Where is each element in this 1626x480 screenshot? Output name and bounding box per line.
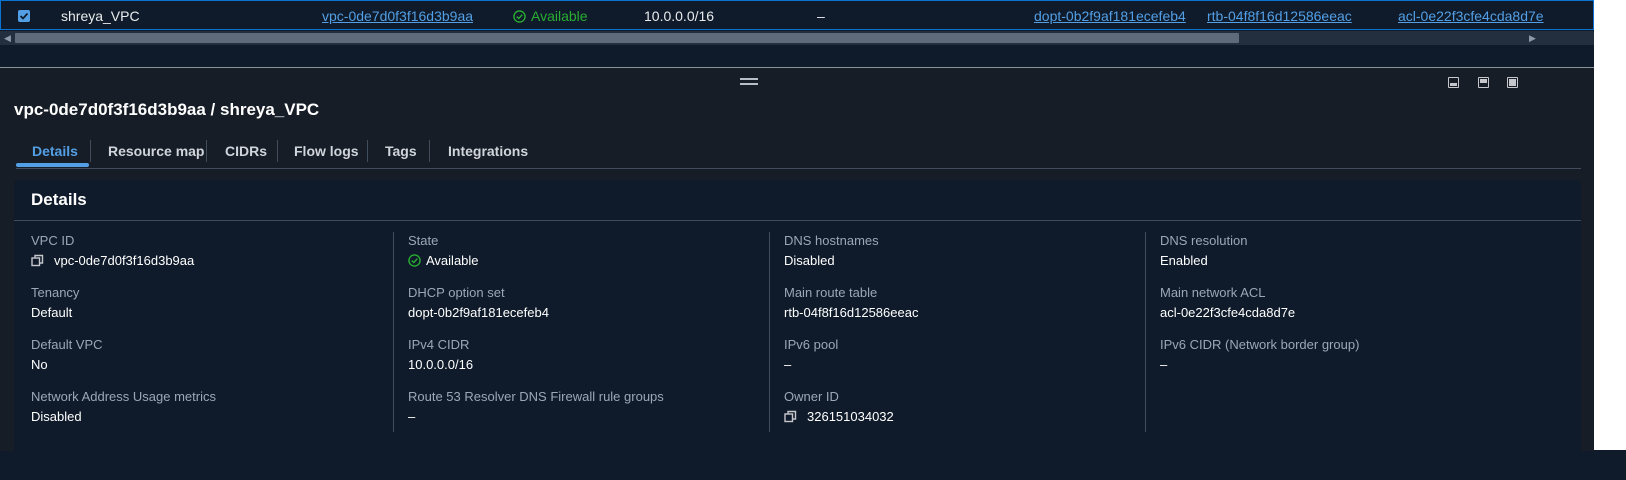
field-label: DHCP option set: [408, 285, 505, 300]
field-label: Tenancy: [31, 285, 80, 300]
field-main-network-acl: Main network ACL acl-0e22f3cfe4cda8d7e: [1160, 285, 1295, 320]
page-edge: [1594, 0, 1626, 450]
row-ipv6-cidr: –: [817, 8, 825, 24]
field-main-route-table: Main route table rtb-04f8f16d12586eeac: [784, 285, 918, 320]
row-dhcp-option-set-link[interactable]: dopt-0b2f9af181ecefeb4: [1034, 8, 1186, 24]
state-value: Available: [426, 253, 479, 268]
row-network-acl-link[interactable]: acl-0e22f3cfe4cda8d7e: [1398, 8, 1544, 24]
tab-divider: [277, 140, 278, 162]
dhcp-option-set-link[interactable]: dopt-0b2f9af181ecefeb4: [408, 305, 549, 320]
check-icon: [19, 12, 29, 20]
tab-resource-map[interactable]: Resource map: [108, 143, 204, 159]
field-label: Route 53 Resolver DNS Firewall rule grou…: [408, 389, 664, 404]
vpc-table-row-selected[interactable]: shreya_VPC vpc-0de7d0f3f16d3b9aa Availab…: [0, 0, 1594, 30]
tab-tags[interactable]: Tags: [385, 143, 417, 159]
scrollbar-thumb[interactable]: [15, 33, 1239, 43]
split-panel: vpc-0de7d0f3f16d3b9aa / shreya_VPC Detai…: [0, 67, 1594, 480]
field-label: Network Address Usage metrics: [31, 389, 216, 404]
field-label: DNS hostnames: [784, 233, 879, 248]
field-value: Disabled: [784, 253, 835, 268]
tab-divider: [206, 140, 207, 162]
field-vpc-id: VPC ID vpc-0de7d0f3f16d3b9aa: [31, 233, 194, 268]
copy-icon[interactable]: [784, 410, 797, 423]
panel-title: vpc-0de7d0f3f16d3b9aa / shreya_VPC: [14, 100, 320, 119]
field-value: 326151034032: [784, 409, 894, 424]
tab-integrations[interactable]: Integrations: [448, 143, 528, 159]
owner-id-value: 326151034032: [807, 409, 894, 424]
field-value: Default: [31, 305, 73, 320]
arrow-left-icon[interactable]: ◀: [4, 33, 11, 44]
tab-list: Details Resource map CIDRs Flow logs Tag…: [16, 140, 1581, 169]
column-divider: [769, 232, 770, 432]
panel-side-icon[interactable]: [1478, 77, 1489, 88]
network-acl-link[interactable]: acl-0e22f3cfe4cda8d7e: [1160, 305, 1295, 320]
field-value: Available: [408, 253, 479, 268]
route-table-link[interactable]: rtb-04f8f16d12586eeac: [784, 305, 918, 320]
field-dhcp-option-set: DHCP option set dopt-0b2f9af181ecefeb4: [408, 285, 549, 320]
row-state-text: Available: [531, 8, 588, 24]
row-vpc-name: shreya_VPC: [61, 8, 140, 24]
field-value: –: [1160, 357, 1168, 372]
field-value: No: [31, 357, 48, 372]
tab-divider: [367, 140, 368, 162]
field-owner-id: Owner ID 326151034032: [784, 389, 894, 424]
active-tab-indicator: [16, 163, 89, 167]
field-ipv4-cidr: IPv4 CIDR 10.0.0.0/16: [408, 337, 473, 372]
row-vpc-id-link[interactable]: vpc-0de7d0f3f16d3b9aa: [322, 8, 473, 24]
field-label: IPv4 CIDR: [408, 337, 470, 352]
copy-icon[interactable]: [31, 254, 44, 267]
field-tenancy: Tenancy Default: [31, 285, 79, 320]
field-value: Enabled: [1160, 253, 1208, 268]
field-label: IPv6 pool: [784, 337, 839, 352]
panel-fullscreen-icon[interactable]: [1507, 77, 1518, 88]
field-network-address-usage: Network Address Usage metrics Disabled: [31, 389, 216, 424]
field-default-vpc: Default VPC No: [31, 337, 103, 372]
details-header: Details: [14, 180, 1581, 221]
field-label: VPC ID: [31, 233, 75, 248]
status-available-icon: [408, 254, 421, 267]
panel-bottom-icon[interactable]: [1448, 77, 1459, 88]
details-title: Details: [31, 190, 87, 209]
horizontal-scrollbar[interactable]: ◀ ▶: [0, 31, 1594, 45]
field-value: vpc-0de7d0f3f16d3b9aa: [31, 253, 194, 268]
column-divider: [393, 232, 394, 432]
row-state: Available: [513, 8, 588, 24]
field-route53-firewall: Route 53 Resolver DNS Firewall rule grou…: [408, 389, 664, 424]
field-label: Main network ACL: [1160, 285, 1266, 300]
field-label: Main route table: [784, 285, 878, 300]
field-value: Disabled: [31, 409, 82, 424]
field-value: 10.0.0.0/16: [408, 357, 474, 372]
row-route-table-link[interactable]: rtb-04f8f16d12586eeac: [1207, 8, 1352, 24]
field-label: Default VPC: [31, 337, 103, 352]
arrow-right-icon[interactable]: ▶: [1529, 33, 1536, 44]
tab-flow-logs[interactable]: Flow logs: [294, 143, 359, 159]
field-ipv6-pool: IPv6 pool –: [784, 337, 838, 372]
field-value: –: [784, 357, 792, 372]
tab-details[interactable]: Details: [32, 143, 78, 159]
row-ipv4-cidr: 10.0.0.0/16: [644, 8, 715, 24]
drag-handle-icon[interactable]: [740, 78, 758, 88]
status-available-icon: [513, 10, 526, 23]
field-dns-hostnames: DNS hostnames Disabled: [784, 233, 879, 268]
details-container: Details VPC ID vpc-0de7d0f3f16d3b9aa Ten…: [14, 180, 1581, 480]
field-label: DNS resolution: [1160, 233, 1248, 248]
field-state: State Available: [408, 233, 479, 268]
vpc-id-value: vpc-0de7d0f3f16d3b9aa: [54, 253, 195, 268]
field-label: IPv6 CIDR (Network border group): [1160, 337, 1360, 352]
row-checkbox[interactable]: [18, 10, 30, 22]
tab-divider: [429, 140, 430, 162]
field-dns-resolution: DNS resolution Enabled: [1160, 233, 1247, 268]
field-ipv6-cidr-border-group: IPv6 CIDR (Network border group) –: [1160, 337, 1359, 372]
field-label: State: [408, 233, 439, 248]
column-divider: [1145, 232, 1146, 432]
tab-cidrs[interactable]: CIDRs: [225, 143, 267, 159]
field-label: Owner ID: [784, 389, 839, 404]
field-value: –: [408, 409, 416, 424]
tab-divider: [90, 140, 91, 162]
